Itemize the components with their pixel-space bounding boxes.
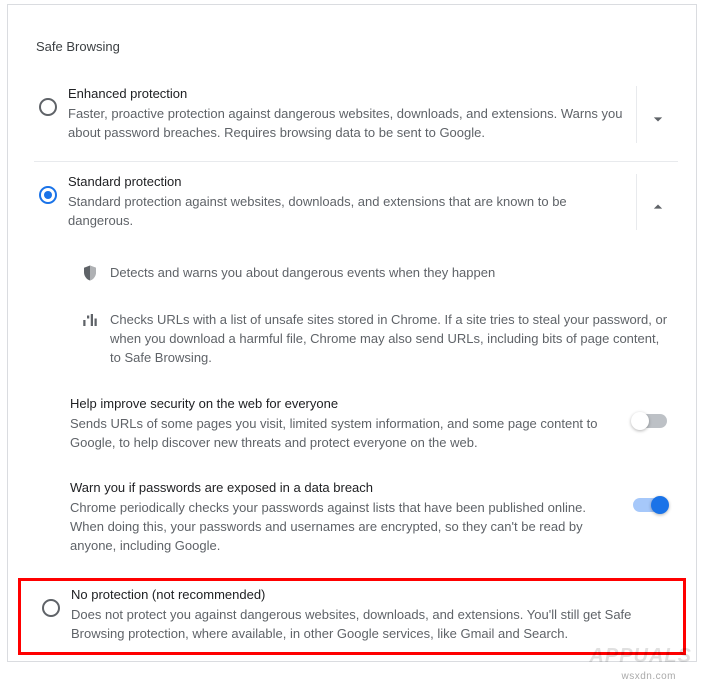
setting-help-title: Help improve security on the web for eve… [70,396,614,411]
option-none[interactable]: No protection (not recommended) Does not… [37,587,675,644]
setting-pass-title: Warn you if passwords are exposed in a d… [70,480,614,495]
divider [34,161,678,162]
setting-password-warn: Warn you if passwords are exposed in a d… [70,466,678,570]
radio-enhanced[interactable] [39,98,57,116]
option-enhanced-title: Enhanced protection [68,86,628,101]
setting-help-desc: Sends URLs of some pages you visit, limi… [70,415,614,453]
expand-enhanced[interactable] [636,86,678,143]
option-enhanced[interactable]: Enhanced protection Faster, proactive pr… [8,76,696,157]
standard-expanded: Detects and warns you about dangerous ev… [8,244,696,572]
radio-none[interactable] [42,599,60,617]
highlight-box: No protection (not recommended) Does not… [18,578,686,655]
chevron-down-icon [648,109,668,134]
option-standard-desc: Standard protection against websites, do… [68,193,628,231]
bars-icon [70,311,110,329]
setting-help-improve: Help improve security on the web for eve… [70,382,678,467]
section-title: Safe Browsing [8,5,696,76]
feature-checks-text: Checks URLs with a list of unsafe sites … [110,311,678,368]
option-standard[interactable]: Standard protection Standard protection … [8,164,696,245]
option-standard-title: Standard protection [68,174,628,189]
feature-detects-text: Detects and warns you about dangerous ev… [110,264,678,283]
feature-checks-urls: Checks URLs with a list of unsafe sites … [70,297,678,382]
source-watermark: wsxdn.com [621,671,676,682]
toggle-password-warn[interactable] [633,498,667,512]
safe-browsing-panel: Safe Browsing Enhanced protection Faster… [7,4,697,662]
option-enhanced-desc: Faster, proactive protection against dan… [68,105,628,143]
setting-pass-desc: Chrome periodically checks your password… [70,499,614,556]
collapse-standard[interactable] [636,174,678,231]
shield-icon [70,264,110,282]
toggle-help-improve[interactable] [633,414,667,428]
option-none-desc: Does not protect you against dangerous w… [71,606,667,644]
chevron-up-icon [648,197,668,222]
option-none-title: No protection (not recommended) [71,587,667,602]
feature-detects: Detects and warns you about dangerous ev… [70,250,678,297]
radio-standard[interactable] [39,186,57,204]
